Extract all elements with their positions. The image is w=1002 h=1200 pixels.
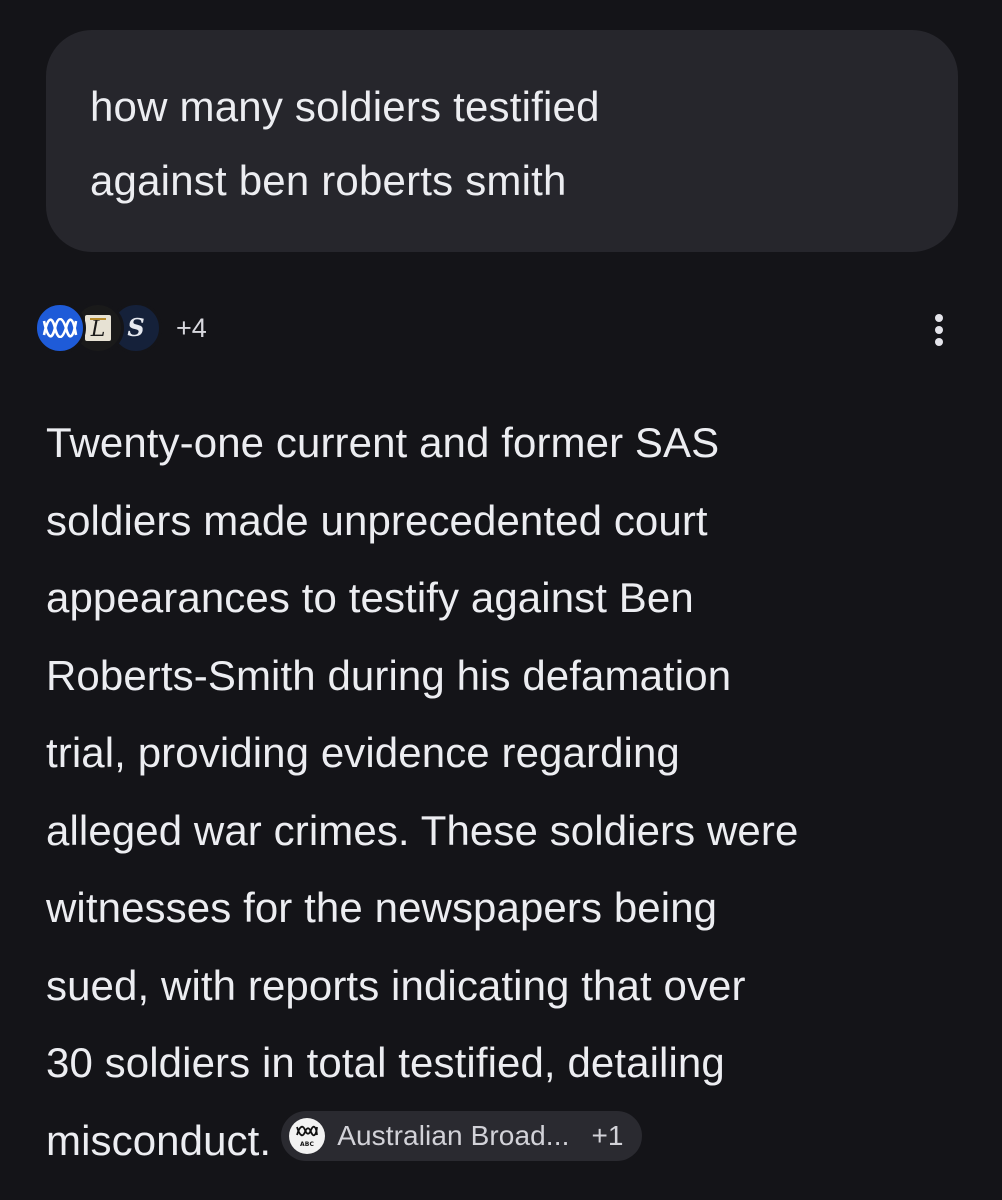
citation-source-label: Australian Broad...	[337, 1119, 570, 1151]
answer-line: sued, with reports indicating that over	[46, 961, 746, 1009]
answer-line: alleged war crimes. These soldiers were	[46, 806, 799, 854]
answer-line: Twenty-one current and former SAS	[46, 419, 720, 466]
more-sources-count[interactable]: +4	[176, 313, 207, 344]
more-options-button[interactable]	[924, 308, 954, 352]
citation-chip[interactable]: ABC Australian Broad... +1	[281, 1110, 642, 1161]
more-vertical-icon	[935, 314, 943, 346]
answer-line: trial, providing evidence regarding	[46, 729, 680, 776]
sources-row[interactable]: L S +4	[34, 298, 207, 358]
answer-line-text: misconduct.	[46, 1116, 272, 1164]
answer-line: soldiers made unprecedented court	[46, 496, 708, 544]
svg-text:L: L	[90, 317, 106, 342]
svg-text:S: S	[127, 313, 144, 342]
query-bubble: how many soldiers testified against ben …	[46, 30, 958, 252]
answer-line: appearances to testify against Ben	[46, 574, 694, 621]
citation-count: +1	[591, 1119, 624, 1151]
answer-line: Roberts-Smith during his defamation	[46, 651, 732, 699]
svg-text:ABC: ABC	[300, 1141, 314, 1148]
answer-line: witnesses for the newspapers being	[46, 884, 718, 931]
query-text: how many soldiers testified against ben …	[90, 83, 600, 204]
abc-logo-icon[interactable]	[34, 302, 86, 354]
abc-logo-icon: ABC	[289, 1117, 326, 1154]
answer-text: Twenty-one current and former SAS soldie…	[46, 404, 976, 1179]
answer-line: 30 soldiers in total testified, detailin…	[46, 1039, 725, 1086]
answer-last-line: misconduct. ABC Australian Broad... +1	[46, 1102, 976, 1180]
